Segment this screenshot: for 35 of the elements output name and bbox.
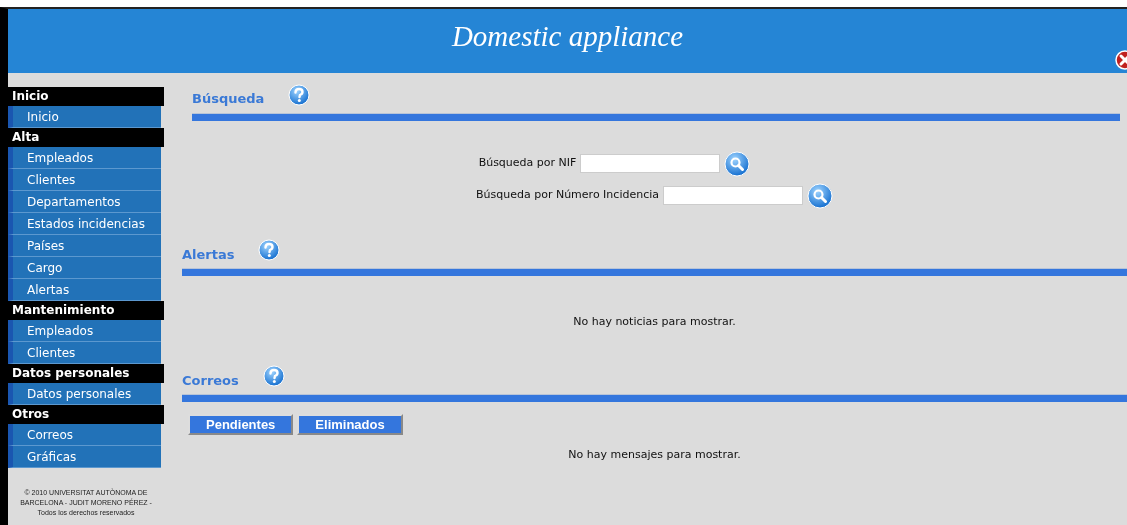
menu-group-header: Mantenimiento bbox=[8, 301, 164, 320]
menu-item[interactable]: Cargo bbox=[8, 257, 161, 279]
field-label: Búsqueda por NIF bbox=[478, 155, 577, 172]
tab-button[interactable]: Pendientes bbox=[188, 414, 294, 435]
menu-item[interactable]: Inicio bbox=[8, 106, 161, 128]
menu-item[interactable]: Clientes bbox=[8, 169, 161, 191]
menu-item[interactable]: Empleados bbox=[8, 320, 161, 342]
menu-item[interactable]: Departamentos bbox=[8, 191, 161, 213]
tab-button[interactable]: Eliminados bbox=[297, 414, 403, 435]
empty-message: No hay mensajes para mostrar. bbox=[567, 447, 742, 463]
menu-item[interactable]: Correos bbox=[8, 424, 161, 446]
text-field[interactable] bbox=[663, 186, 803, 205]
menu-item[interactable]: Países bbox=[8, 235, 161, 257]
menu-group-header: Datos personales bbox=[8, 364, 164, 383]
help-icon[interactable] bbox=[262, 365, 285, 388]
menu-group-header: Alta bbox=[8, 128, 164, 147]
menu-group-header: Otros bbox=[8, 405, 164, 424]
menu-group-header: Inicio bbox=[8, 87, 164, 106]
menu-item[interactable]: Estados incidencias bbox=[8, 213, 161, 235]
search-icon[interactable] bbox=[807, 182, 833, 209]
empty-message: No hay noticias para mostrar. bbox=[572, 314, 737, 330]
field-label: Búsqueda por Número Incidencia bbox=[476, 187, 659, 204]
menu-item[interactable]: Gráficas bbox=[8, 446, 161, 468]
text-field[interactable] bbox=[580, 154, 721, 173]
section-title: Búsqueda bbox=[192, 90, 265, 108]
search-icon[interactable] bbox=[724, 150, 751, 177]
help-icon[interactable] bbox=[258, 239, 281, 262]
menu-item[interactable]: Datos personales bbox=[8, 383, 161, 405]
menu-item[interactable]: Alertas bbox=[8, 279, 161, 301]
menu-item[interactable]: Empleados bbox=[8, 147, 161, 169]
section-title: Correos bbox=[182, 371, 239, 390]
section-title: Alertas bbox=[182, 245, 235, 264]
page-title: Domestic appliance bbox=[450, 19, 685, 54]
help-icon[interactable] bbox=[288, 83, 311, 106]
menu-item[interactable]: Clientes bbox=[8, 342, 161, 364]
